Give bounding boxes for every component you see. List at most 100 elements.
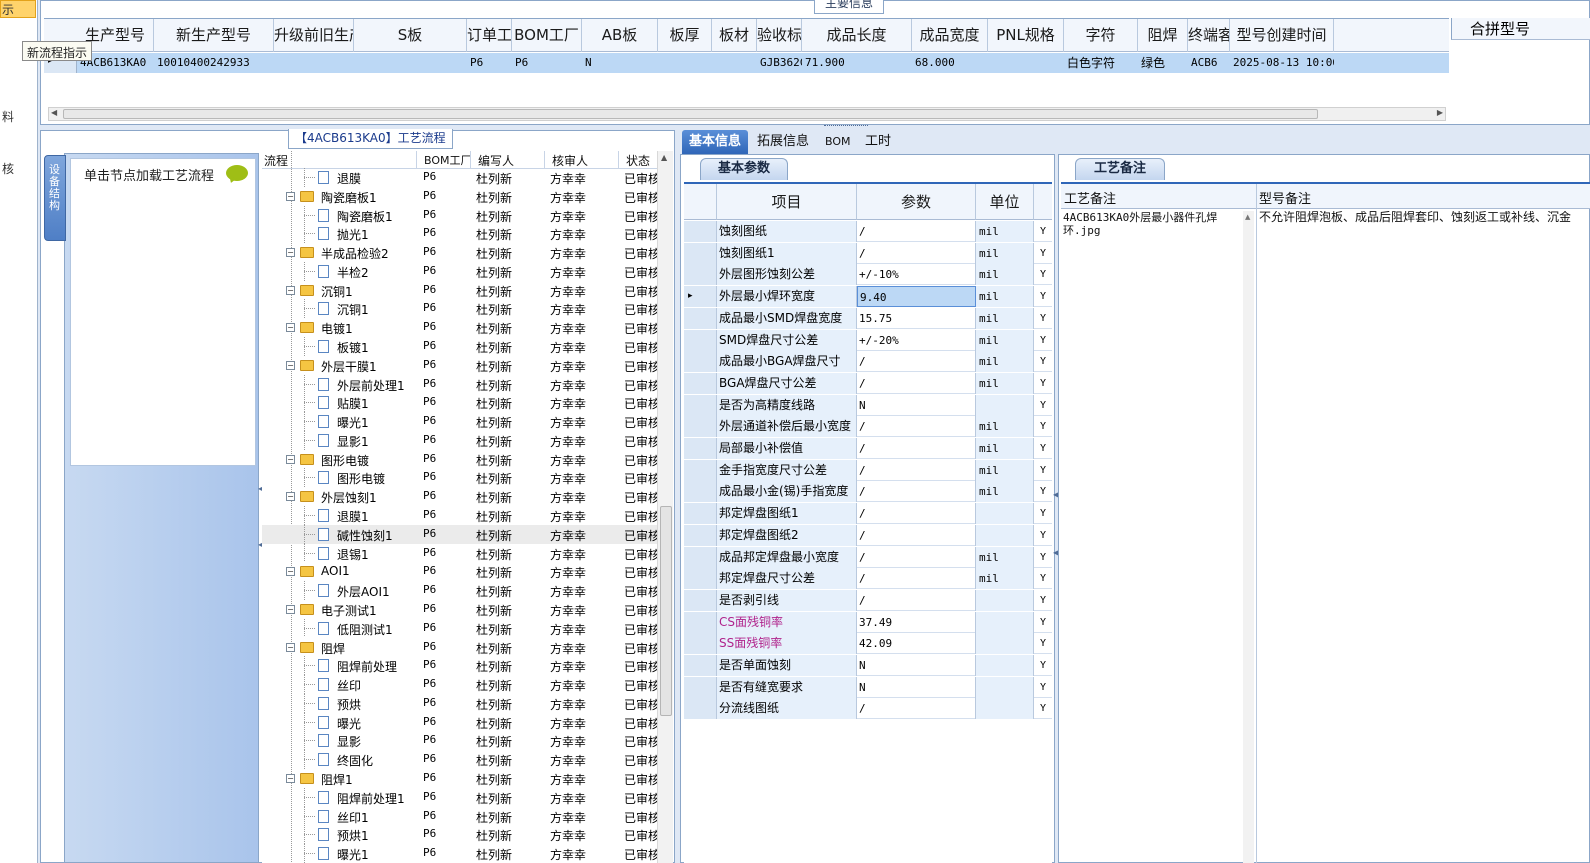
- grid-col-header[interactable]: 型号创建时间: [1230, 19, 1334, 52]
- tree-row[interactable]: 曝光1 P6 杜列新 方幸幸 已审核: [262, 412, 657, 431]
- param-value[interactable]: N: [857, 676, 976, 698]
- scroll-right-icon[interactable]: ▶: [1437, 108, 1443, 117]
- param-value[interactable]: 37.49: [857, 611, 976, 633]
- param-value[interactable]: 9.40: [857, 286, 976, 308]
- tree-col-writer[interactable]: 编写人: [478, 152, 514, 169]
- grid-cell[interactable]: 68.000: [912, 53, 988, 73]
- grid-col-header[interactable]: 新生产型号: [154, 19, 274, 52]
- tree-col-reviewer[interactable]: 核审人: [552, 152, 588, 169]
- param-value[interactable]: N: [857, 394, 976, 416]
- tree-row[interactable]: 板镀1 P6 杜列新 方幸幸 已审核: [262, 337, 657, 356]
- tree-scroll-thumb[interactable]: [660, 506, 672, 716]
- collapse-toggle-icon[interactable]: −: [286, 248, 295, 258]
- param-value[interactable]: /: [857, 416, 976, 438]
- param-value[interactable]: /: [857, 221, 976, 242]
- param-value[interactable]: /: [857, 698, 976, 720]
- tree-row[interactable]: − 外层干膜1 P6 杜列新 方幸幸 已审核: [262, 356, 657, 375]
- param-row[interactable]: BGA焊盘尺寸公差 / mil Y: [684, 372, 1052, 394]
- tab-basic-info[interactable]: 基本信息: [682, 130, 749, 154]
- grid-cell[interactable]: [712, 53, 757, 73]
- param-row[interactable]: 邦定焊盘图纸1/ Y: [684, 503, 1052, 525]
- grid-col-header[interactable]: S板: [354, 19, 467, 52]
- grid-col-header[interactable]: 订单工厂: [467, 19, 512, 52]
- param-row[interactable]: 是否剥引线 / Y: [684, 589, 1052, 611]
- tree-row[interactable]: 丝印 P6 杜列新 方幸幸 已审核: [262, 675, 657, 694]
- tab-work-hours[interactable]: 工时: [858, 130, 898, 154]
- tree-row[interactable]: − 阻焊 P6 杜列新 方幸幸 已审核: [262, 638, 657, 657]
- grid-cell[interactable]: 2025-08-13 10:06:13: [1230, 53, 1334, 73]
- scroll-left-icon[interactable]: ◀: [51, 108, 57, 117]
- tree-col-status[interactable]: 状态: [626, 152, 650, 169]
- scroll-up-icon[interactable]: ▲: [661, 153, 667, 162]
- grid-col-header[interactable]: 成品长度: [802, 19, 912, 52]
- grid-col-header[interactable]: 成品宽度: [912, 19, 988, 52]
- grid-cell[interactable]: N: [582, 53, 658, 73]
- param-row[interactable]: 蚀刻图纸1/mil Y: [684, 242, 1052, 264]
- grid-cell[interactable]: 10010400242933: [154, 53, 274, 73]
- left-strip-item-active[interactable]: 示: [0, 0, 36, 18]
- tree-row[interactable]: − AOI1 P6 杜列新 方幸幸 已审核: [262, 562, 657, 581]
- grid-cell[interactable]: [354, 53, 467, 73]
- tree-row[interactable]: 阻焊前处理1 P6 杜列新 方幸幸 已审核: [262, 788, 657, 807]
- grid-cell[interactable]: 绿色: [1138, 53, 1188, 73]
- collapse-toggle-icon[interactable]: −: [286, 191, 295, 201]
- grid-col-header[interactable]: AB板: [582, 19, 658, 52]
- tree-row[interactable]: 退锡1 P6 杜列新 方幸幸 已审核: [262, 544, 657, 563]
- tree-row[interactable]: − 陶瓷磨板1 P6 杜列新 方幸幸 已审核: [262, 187, 657, 206]
- tree-row[interactable]: 贴膜1 P6 杜列新 方幸幸 已审核: [262, 393, 657, 412]
- grid-col-header[interactable]: 板厚: [658, 19, 712, 52]
- grid-cell[interactable]: [274, 53, 354, 73]
- tree-row[interactable]: 显影1 P6 杜列新 方幸幸 已审核: [262, 431, 657, 450]
- param-row[interactable]: SS面残铜率 42.09 Y: [684, 633, 1052, 655]
- tree-row[interactable]: 陶瓷磨板1 P6 杜列新 方幸幸 已审核: [262, 206, 657, 225]
- param-value[interactable]: /: [857, 546, 976, 568]
- param-row[interactable]: 外层图形蚀刻公差 +/-10% mil Y: [684, 264, 1052, 286]
- tree-row[interactable]: 阻焊前处理 P6 杜列新 方幸幸 已审核: [262, 656, 657, 675]
- tree-row[interactable]: − 半成品检验2 P6 杜列新 方幸幸 已审核: [262, 243, 657, 262]
- param-value[interactable]: /: [857, 589, 976, 611]
- tree-row[interactable]: 退膜1 P6 杜列新 方幸幸 已审核: [262, 506, 657, 525]
- left-strip-item[interactable]: 核: [2, 160, 14, 177]
- grid-cell[interactable]: P6: [512, 53, 582, 73]
- grid-cell[interactable]: 71.900: [802, 53, 912, 73]
- param-value[interactable]: /: [857, 568, 976, 590]
- tree-row[interactable]: − 图形电镀 P6 杜列新 方幸幸 已审核: [262, 450, 657, 469]
- grid-col-header[interactable]: 阻焊: [1138, 19, 1188, 52]
- param-row[interactable]: SMD焊盘尺寸公差 +/-20% mil Y: [684, 329, 1052, 351]
- param-value[interactable]: +/-20%: [857, 329, 976, 351]
- tree-row[interactable]: − 阻焊1 P6 杜列新 方幸幸 已审核: [262, 769, 657, 788]
- tree-row[interactable]: 图形电镀 P6 杜列新 方幸幸 已审核: [262, 468, 657, 487]
- collapse-toggle-icon[interactable]: −: [286, 773, 295, 783]
- param-row[interactable]: 成品最小BGA焊盘尺寸 / mil Y: [684, 351, 1052, 373]
- param-value[interactable]: /: [857, 524, 976, 546]
- vertical-tab-equipment[interactable]: 设备结构: [44, 155, 66, 241]
- param-value[interactable]: /: [857, 351, 976, 373]
- tree-row[interactable]: 退膜 P6 杜列新 方幸幸 已审核: [262, 168, 657, 187]
- param-col-unit[interactable]: 单位: [976, 184, 1034, 220]
- param-value[interactable]: 15.75: [857, 307, 976, 329]
- param-row[interactable]: 成品邦定焊盘最小宽度 / mil Y: [684, 546, 1052, 568]
- grid-col-header[interactable]: 验收标准: [757, 19, 802, 52]
- tree-row[interactable]: 曝光1 P6 杜列新 方幸幸 已审核: [262, 844, 657, 863]
- param-value[interactable]: N: [857, 655, 976, 676]
- tab-bom[interactable]: BOM: [818, 130, 858, 154]
- tree-row[interactable]: 显影 P6 杜列新 方幸幸 已审核: [262, 731, 657, 750]
- grid-cell[interactable]: ACB6: [1188, 53, 1230, 73]
- param-row[interactable]: 成品最小金(锡)手指宽度 / mil Y: [684, 481, 1052, 503]
- collapse-toggle-icon[interactable]: −: [286, 567, 295, 577]
- param-row[interactable]: 邦定焊盘尺寸公差 / mil Y: [684, 568, 1052, 590]
- tree-row[interactable]: − 沉铜1 P6 杜列新 方幸幸 已审核: [262, 281, 657, 300]
- collapse-toggle-icon[interactable]: −: [286, 492, 295, 502]
- basic-params-tab[interactable]: 基本参数: [700, 158, 788, 180]
- model-note-text[interactable]: 不允许阻焊泡板、成品后阻焊套印、蚀刻返工或补线、沉金: [1259, 211, 1590, 224]
- param-col-value[interactable]: 参数: [857, 184, 976, 220]
- comment-bubble-icon[interactable]: [226, 165, 248, 181]
- collapse-toggle-icon[interactable]: −: [286, 604, 295, 614]
- process-notes-tab[interactable]: 工艺备注: [1075, 158, 1165, 180]
- param-value[interactable]: 42.09: [857, 633, 976, 655]
- process-note-text[interactable]: 4ACB613KA0外层最小器件孔焊环.jpg: [1063, 211, 1243, 237]
- process-flow-tab[interactable]: 【4ACB613KA0】工艺流程: [288, 129, 453, 149]
- param-value[interactable]: /: [857, 438, 976, 459]
- tab-extended-info[interactable]: 拓展信息: [750, 130, 816, 154]
- param-row[interactable]: ▸ 外层最小焊环宽度 9.40 mil Y: [684, 286, 1052, 308]
